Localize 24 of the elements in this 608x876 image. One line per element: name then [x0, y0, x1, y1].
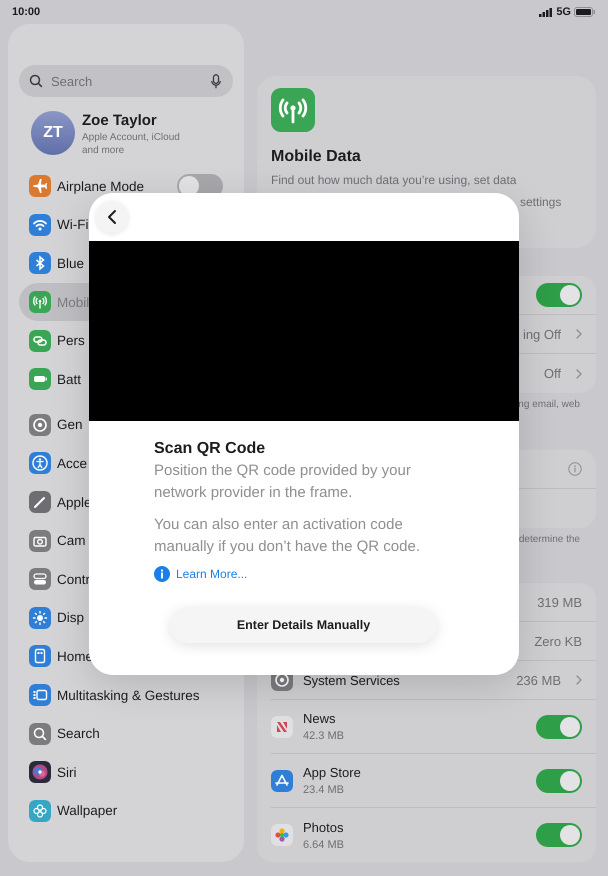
- value-text: 319 MB: [537, 594, 582, 610]
- value-text: Zero KB: [534, 634, 582, 648]
- app-name: News: [303, 711, 337, 726]
- value-text: ing Off: [522, 326, 561, 342]
- modal-title: Scan QR Code: [154, 440, 266, 458]
- profile-subtitle: Apple Account, iCloud and more: [82, 131, 181, 157]
- data-amount: 23.4 MB: [303, 784, 345, 796]
- profile-name: Zoe Taylor: [82, 112, 158, 129]
- value-text: 236 MB: [516, 672, 561, 688]
- footnote: determine the: [518, 533, 581, 545]
- data-amount: 6.64 MB: [303, 838, 344, 850]
- app-name: Photos: [303, 820, 344, 834]
- instructions-text: You can also enter an activation code manually if you don’t have the QR code.: [154, 515, 421, 557]
- row-label: System Services: [303, 672, 400, 688]
- data-amount: 42.3 MB: [303, 730, 344, 742]
- value-text: Off: [544, 366, 561, 381]
- page-title: Mobile Data: [271, 148, 362, 166]
- app-name: App Store: [303, 765, 361, 780]
- instructions-text: Position the QR code provided by your network provider in the frame.: [154, 461, 412, 503]
- footnote: ng email, web: [517, 398, 581, 410]
- network-label: 5G: [556, 6, 571, 18]
- description-text: Find out how much data you’re using, set data: [271, 172, 518, 188]
- status-time: 10:00: [12, 6, 40, 18]
- description-text: settings: [519, 195, 562, 209]
